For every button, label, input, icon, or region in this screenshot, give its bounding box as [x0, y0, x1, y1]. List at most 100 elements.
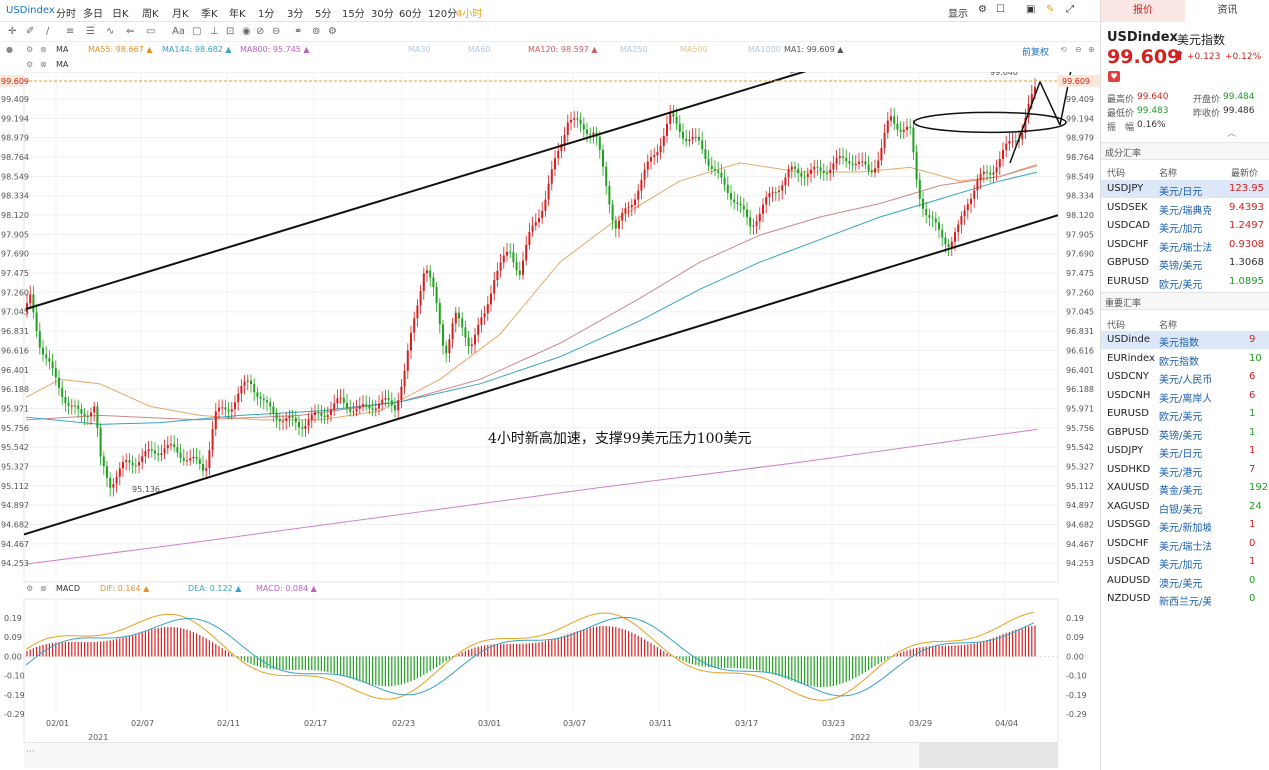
camera-icon[interactable]: ▣ [1026, 4, 1035, 15]
row-code: USDCAD [1107, 220, 1150, 231]
pen-tool-icon[interactable]: ✐ [26, 26, 34, 37]
list-item[interactable]: NZDUSD 新西兰元/美元 0 [1101, 590, 1269, 608]
list-item[interactable]: USDCAD 美元/加元 1.2497 [1101, 217, 1269, 235]
shape-tool-icon[interactable]: ▭ [146, 26, 155, 37]
settings-icon[interactable]: ⚙ [978, 4, 987, 15]
text-tool-icon[interactable]: Aa [172, 26, 185, 37]
candle [35, 312, 38, 332]
list-item[interactable]: USDCNH 美元/离岸人民币 6 [1101, 387, 1269, 405]
list-item[interactable]: USDJPY 美元/日元 1 [1101, 442, 1269, 460]
price-tick: 97.260 [1066, 288, 1094, 297]
list-item[interactable]: USDSEK 美元/瑞典克 9.4393 [1101, 199, 1269, 217]
arrow-line [1009, 81, 1041, 164]
list-item[interactable]: AUDUSD 澳元/美元 0 [1101, 572, 1269, 590]
list-item[interactable]: USDSGD 美元/新加坡元 1 [1101, 516, 1269, 534]
list-item[interactable]: USDCAD 美元/加元 1 [1101, 553, 1269, 571]
fib-tool-icon[interactable]: ☰ [86, 26, 95, 37]
channel-tool-icon[interactable]: ≡ [66, 26, 74, 37]
list-item[interactable]: USDinde 美元指数 9 [1101, 331, 1269, 349]
symbol-label[interactable]: USDindex [6, 5, 55, 16]
close-icon[interactable]: ⊗ [40, 45, 47, 54]
arrow-tool-icon[interactable]: ⇐ [126, 26, 134, 37]
gear-icon[interactable]: ⚙ [328, 26, 337, 37]
candle [909, 126, 912, 128]
list-item[interactable]: USDJPY 美元/日元 123.95 [1101, 180, 1269, 198]
period-9[interactable]: 5分 [315, 5, 331, 20]
period-2[interactable]: 日K [112, 5, 129, 20]
close-icon[interactable]: ⊗ [40, 60, 47, 69]
annotation-text: 4小时新高加速，支撑99美元压力100美元 [488, 430, 751, 447]
candle [339, 397, 342, 399]
hide-icon[interactable]: ⊘ [256, 26, 264, 37]
zoom-out-icon[interactable]: ⊖ [1075, 45, 1082, 54]
collapse-icon[interactable]: ● [6, 45, 13, 54]
period-8[interactable]: 3分 [287, 5, 303, 20]
left-price-tick: 96.616 [1, 346, 29, 355]
date-tick: 03/01 [478, 719, 501, 728]
list-item[interactable]: GBPUSD 英镑/美元 1.3068 [1101, 254, 1269, 272]
period-0[interactable]: 分时 [56, 5, 76, 20]
candle [144, 451, 147, 457]
fuquan-toggle[interactable]: 前复权 [1022, 45, 1049, 58]
row-name: 美元/瑞典克 [1159, 205, 1211, 217]
candle [893, 116, 896, 124]
list-item[interactable]: USDCNY 美元/人民币 6 [1101, 368, 1269, 386]
scroll-handle-icon[interactable]: ··· [26, 747, 35, 757]
candle [576, 118, 579, 120]
period-4[interactable]: 月K [172, 5, 189, 20]
wave-tool-icon[interactable]: ∿ [106, 26, 114, 37]
crosshair-icon[interactable]: ✛ [8, 26, 16, 37]
candle [874, 168, 876, 173]
list-item[interactable]: XAUUSD 黄金/美元 1922 [1101, 479, 1269, 497]
period-6[interactable]: 年K [229, 5, 246, 20]
fullscreen-icon[interactable]: ⤢ [1066, 4, 1074, 15]
collapse-chevron-icon[interactable]: ︿ [1227, 126, 1236, 139]
display-menu[interactable]: 显示 [948, 5, 968, 20]
zoom-in-icon[interactable]: ⊕ [1088, 45, 1095, 54]
list-item[interactable]: USDHKD 美元/港元 7 [1101, 461, 1269, 479]
period-1[interactable]: 多日 [83, 5, 103, 20]
price-tick: 94.467 [1066, 540, 1094, 549]
line-tool-icon[interactable]: ∕ [46, 26, 49, 37]
period-7[interactable]: 1分 [258, 5, 274, 20]
period-10[interactable]: 15分 [342, 5, 365, 20]
tab-quote[interactable]: 报价 [1101, 0, 1185, 22]
list-item[interactable]: GBPUSD 英镑/美元 1 [1101, 424, 1269, 442]
period-14[interactable]: 4小时 [456, 5, 482, 20]
link-icon[interactable]: ⚭ [294, 26, 302, 37]
list-item[interactable]: XAGUSD 白银/美元 24 [1101, 498, 1269, 516]
tab-news[interactable]: 资讯 [1185, 0, 1269, 22]
favorite-heart-icon[interactable]: ♥ [1108, 71, 1120, 82]
list-item[interactable]: EURUSD 欧元/美元 1.0895 [1101, 273, 1269, 291]
candle [755, 221, 758, 226]
candle [800, 173, 803, 177]
period-3[interactable]: 周K [142, 5, 159, 20]
list-item[interactable]: EURindex 欧元指数 10 [1101, 350, 1269, 368]
comment-icon[interactable]: ▢ [192, 26, 201, 37]
period-13[interactable]: 120分 [428, 5, 457, 20]
candle [586, 129, 588, 134]
clear-icon[interactable]: ⊖ [272, 26, 280, 37]
period-12[interactable]: 60分 [399, 5, 422, 20]
candle [442, 324, 444, 346]
checkbox-icon[interactable]: ☐ [996, 4, 1005, 15]
price-chart[interactable]: 99.409 99.194 98.979 98.764 98.549 98.334 98.1… [0, 72, 1100, 742]
list-item[interactable]: EURUSD 欧元/美元 1 [1101, 405, 1269, 423]
magnet-icon[interactable]: ⊚ [312, 26, 320, 37]
settings-icon[interactable]: ⚙ [26, 60, 33, 69]
settings-icon[interactable]: ⚙ [26, 45, 33, 54]
measure-icon[interactable]: ⊥ [210, 26, 219, 37]
pencil-icon[interactable]: ✎ [1046, 4, 1054, 15]
period-11[interactable]: 30分 [371, 5, 394, 20]
candle [854, 163, 857, 166]
candle [406, 350, 409, 371]
lock-icon[interactable]: ⊡ [226, 26, 234, 37]
candle [544, 199, 547, 211]
reset-icon[interactable]: ⟲ [1060, 45, 1067, 54]
list-item[interactable]: USDCHF 美元/瑞士法郎 0 [1101, 535, 1269, 553]
period-5[interactable]: 季K [201, 5, 218, 20]
time-scrollbar[interactable]: ··· [24, 742, 1058, 768]
scroll-window[interactable] [919, 743, 1058, 768]
list-item[interactable]: USDCHF 美元/瑞士法 0.9308 [1101, 236, 1269, 254]
eye-icon[interactable]: ◉ [242, 26, 251, 37]
